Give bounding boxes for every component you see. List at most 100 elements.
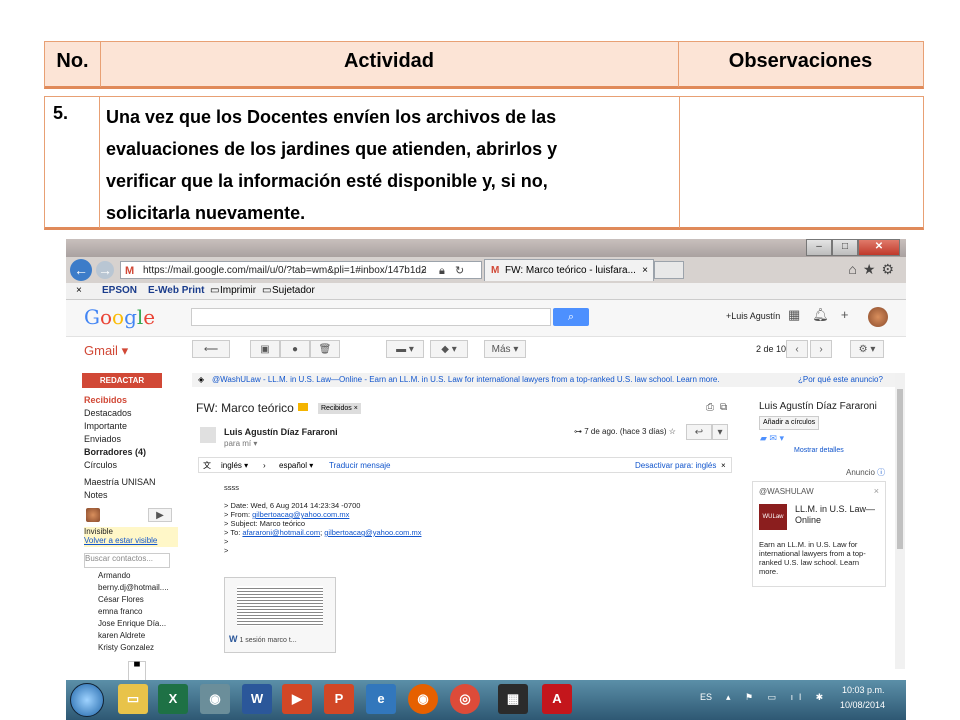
list-item[interactable]: emna franco — [98, 607, 142, 616]
forward-icon[interactable]: → — [96, 261, 114, 279]
sidebar-item-destacados[interactable]: Destacados — [84, 408, 132, 418]
sidebar-item-recibidos[interactable]: Recibidos — [84, 395, 127, 405]
clock-time[interactable]: 10:03 p.m. — [842, 685, 885, 695]
labels-button[interactable]: ◆ ▾ — [430, 340, 468, 358]
attachment-card[interactable]: W 1 sesión marco t... — [224, 577, 336, 653]
ad-card-title[interactable]: LL.M. in U.S. Law—Online — [795, 504, 881, 526]
gmail-menu[interactable]: Gmail ▾ — [84, 343, 128, 359]
prev-page-button[interactable]: ‹ — [786, 340, 808, 358]
address-bar[interactable]: M https://mail.google.com/mail/u/0/?tab=… — [120, 261, 482, 279]
list-item[interactable]: Armando — [98, 571, 130, 580]
spam-button[interactable]: ● — [280, 340, 310, 358]
show-details-link[interactable]: Mostrar detalles — [794, 447, 844, 454]
target-language-select[interactable]: español ▾ — [279, 458, 313, 474]
tab-close-icon[interactable]: × — [642, 260, 648, 282]
sidebar-item-circulos[interactable]: Círculos — [84, 460, 117, 470]
reply-button[interactable]: ↩ — [686, 424, 712, 440]
archive-button[interactable]: ▣ — [250, 340, 280, 358]
from-email-link[interactable]: gilbertoacag@yahoo.com.mx — [252, 510, 349, 519]
avatar[interactable] — [868, 307, 888, 327]
compose-button[interactable]: REDACTAR — [82, 373, 162, 388]
source-language-select[interactable]: inglés ▾ — [221, 458, 248, 474]
google-logo[interactable]: Google — [84, 305, 155, 329]
contact-search-input[interactable]: Buscar contactos... — [84, 553, 170, 568]
back-icon[interactable]: ← — [70, 259, 92, 281]
home-icon[interactable]: ⌂ — [848, 261, 862, 277]
close-toolbar-icon[interactable]: × — [76, 283, 82, 299]
ad-close-icon[interactable]: × — [874, 486, 879, 496]
label-badge[interactable]: Recibidos × — [318, 403, 361, 414]
list-item[interactable]: karen Aldrete — [98, 631, 145, 640]
ewebprint-menu[interactable]: E-Web Print — [148, 283, 204, 299]
favorites-icon[interactable]: ★ — [863, 261, 882, 277]
close-translate-icon[interactable]: × — [721, 458, 726, 474]
excel-icon[interactable]: X — [158, 684, 188, 714]
back-to-inbox-button[interactable]: ⟵ — [192, 340, 230, 358]
adobe-reader-icon[interactable]: A — [542, 684, 572, 714]
scrollbar-thumb[interactable] — [897, 389, 903, 549]
imprimir-button[interactable]: Imprimir — [220, 283, 256, 299]
minimize-button[interactable]: – — [806, 239, 832, 256]
user-link[interactable]: +Luis Agustín — [726, 311, 780, 321]
reply-more-button[interactable]: ▾ — [712, 424, 728, 440]
mail-search-input[interactable] — [191, 308, 551, 326]
video-call-icon[interactable]: ▶ — [148, 508, 172, 522]
new-tab-button[interactable] — [654, 261, 684, 279]
sujetador-button[interactable]: Sujetador — [272, 283, 315, 299]
share-plus-icon[interactable]: + — [841, 307, 861, 322]
ad-why-link[interactable]: ¿Por qué este anuncio? — [798, 373, 883, 387]
chat-bubble-icon[interactable]: ▰ ✉ ▾ — [760, 433, 784, 444]
list-item[interactable]: Kristy Gonzalez — [98, 643, 154, 652]
new-window-icon[interactable]: ⧉ — [720, 402, 727, 413]
settings-button[interactable]: ⚙ ▾ — [850, 340, 884, 358]
move-to-button[interactable]: ▬ ▾ — [386, 340, 424, 358]
video-icon[interactable]: ▶ — [282, 684, 312, 714]
recipient-label[interactable]: para mí ▾ — [224, 439, 257, 448]
next-page-button[interactable]: › — [810, 340, 832, 358]
disable-translate-link[interactable]: Desactivar para: inglés — [635, 458, 716, 474]
chat-avatar[interactable] — [86, 508, 100, 522]
add-to-circles-button[interactable]: Añadir a círculos — [759, 416, 820, 430]
powerpoint-icon[interactable]: P — [324, 684, 354, 714]
apps-grid-icon[interactable]: ▦ — [788, 307, 812, 322]
list-item[interactable]: Jose Enrique Día... — [98, 619, 166, 628]
print-icon[interactable]: ⎙ — [706, 402, 714, 413]
browser-tab[interactable]: M FW: Marco teórico - luisfara... × — [484, 259, 654, 281]
app-flag-icon[interactable]: ▦ — [498, 684, 528, 714]
ad-banner[interactable]: ◈ @WashULaw - LL.M. in U.S. Law—Online -… — [192, 373, 902, 387]
list-item[interactable]: César Flores — [98, 595, 144, 604]
settings-gear-icon[interactable]: ⚙ — [881, 261, 900, 277]
word-app-icon[interactable]: W — [242, 684, 272, 714]
to-email-link[interactable]: gilbertoacag@yahoo.com.mx — [324, 528, 421, 537]
notifications-bell-icon[interactable]: 🔔︎ — [812, 307, 841, 322]
chat-toggle-icon[interactable]: ▀ — [128, 661, 146, 681]
sidebar-item-borradores[interactable]: Borradores (4) — [84, 447, 146, 457]
search-button[interactable]: ⌕ — [553, 308, 589, 326]
ad-card[interactable]: @WASHULAW × WULaw LL.M. in U.S. Law—Onli… — [752, 481, 886, 587]
file-explorer-icon[interactable]: ▭ — [118, 684, 148, 714]
firefox-icon[interactable]: ◉ — [408, 684, 438, 714]
tray-icons[interactable]: ▴ ⚑ ▭ ıl ✱ — [726, 692, 829, 703]
sidebar-item-notes[interactable]: Notes — [84, 490, 108, 500]
maximize-button[interactable]: □ — [832, 239, 858, 256]
close-button[interactable]: ✕ — [858, 239, 900, 256]
importance-marker-icon[interactable] — [298, 403, 308, 411]
refresh-icon[interactable]: ↻ — [455, 262, 464, 280]
more-button[interactable]: Más ▾ — [484, 340, 526, 358]
list-item[interactable]: berny.dj@hotmail.... — [98, 583, 169, 592]
start-button[interactable] — [70, 683, 104, 717]
chrome-icon[interactable]: ◎ — [450, 684, 480, 714]
chat-visible-link[interactable]: Volver a estar visible — [84, 536, 178, 545]
language-indicator[interactable]: ES — [700, 692, 712, 702]
sender-name[interactable]: Luis Agustín Díaz Fararoni — [224, 427, 338, 437]
sidebar-item-importante[interactable]: Importante — [84, 421, 127, 431]
info-icon[interactable]: ⓘ — [877, 468, 885, 477]
ad-banner-text[interactable]: @WashULaw - LL.M. in U.S. Law—Online - E… — [212, 373, 720, 387]
internet-explorer-icon[interactable]: e — [366, 684, 396, 714]
media-icon[interactable]: ◉ — [200, 684, 230, 714]
translate-link[interactable]: Traducir mensaje — [329, 458, 391, 474]
clock-date[interactable]: 10/08/2014 — [840, 700, 885, 710]
search-icon[interactable]: ⌕ — [421, 262, 427, 280]
to-email-link[interactable]: afararoni@hotmail.com — [242, 528, 320, 537]
delete-button[interactable]: 🗑︎ — [310, 340, 340, 358]
